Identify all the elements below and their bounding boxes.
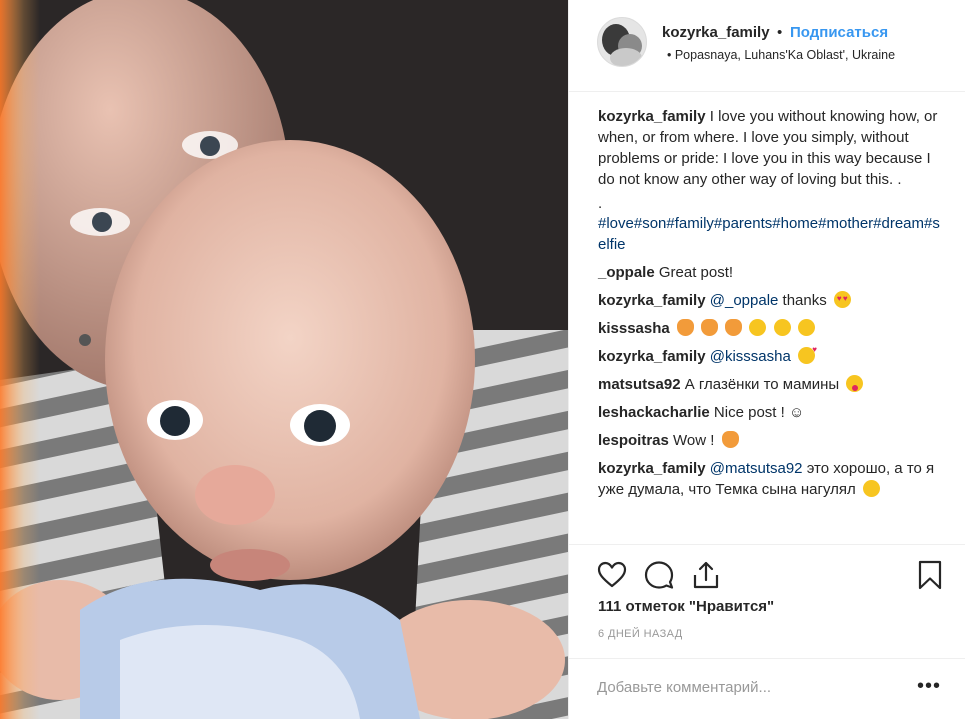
post-timestamp[interactable]: 6 ДНЕЙ НАЗАД — [598, 628, 683, 640]
comment: kozyrka_family @_oppale thanks ♥ ♥ — [598, 290, 948, 311]
comment-list: kozyrka_family I love you without knowin… — [598, 106, 948, 507]
tongue-out-emoji-icon — [846, 375, 864, 392]
comment: kisssasha — [598, 318, 948, 339]
comment-text: А глазёнки то мамины — [684, 376, 840, 393]
comment-username[interactable]: leshackacharlie — [598, 404, 710, 421]
heart-eyes-cat-emoji-icon — [701, 319, 719, 336]
follow-button[interactable]: Подписаться — [790, 24, 888, 41]
avatar-image — [598, 18, 646, 66]
comment: leshackacharlie Nice post ! ☺ — [598, 402, 948, 423]
comment: lespoitras Wow ! — [598, 430, 948, 451]
comment-text: Nice post ! ☺ — [713, 404, 805, 421]
photo-illustration — [0, 0, 568, 719]
header-separator: • — [777, 24, 783, 41]
add-comment-bar: Добавьте комментарий... ••• — [569, 658, 965, 719]
caption-dot-line: . — [598, 195, 603, 212]
comment-icon[interactable] — [643, 559, 675, 591]
smiling-emoji-icon — [773, 319, 791, 336]
caption-hashtags[interactable]: #love#son#family#parents#home#mother#dre… — [598, 213, 948, 255]
comment-username[interactable]: _oppale — [598, 264, 655, 281]
comment: matsutsa92 А глазёнки то мамины — [598, 374, 948, 395]
comment-username[interactable]: kozyrka_family — [598, 460, 706, 477]
comment: kozyrka_family @kisssasha ♥ — [598, 346, 948, 367]
avatar[interactable] — [597, 17, 647, 67]
post-photo[interactable] — [0, 0, 568, 719]
kissing-emoji-icon: ♥ — [798, 346, 817, 364]
comment-text: Great post! — [658, 264, 734, 281]
smiling-emoji-icon — [797, 319, 815, 336]
comment-text: Wow ! — [673, 432, 715, 449]
comment-username[interactable]: kozyrka_family — [598, 292, 706, 309]
smiling-emoji-icon — [749, 319, 767, 336]
comment-text: thanks — [782, 292, 827, 309]
post-header: kozyrka_family • Подписаться • Popasnaya… — [569, 0, 965, 92]
action-bar — [569, 544, 965, 590]
more-options-button[interactable]: ••• — [917, 675, 941, 698]
share-icon[interactable] — [690, 559, 722, 591]
comment-username[interactable]: kozyrka_family — [598, 348, 706, 365]
comment-username[interactable]: matsutsa92 — [598, 376, 681, 393]
post-view: kozyrka_family • Подписаться • Popasnaya… — [0, 0, 965, 719]
laughing-emoji-icon — [862, 480, 880, 497]
heart-icon[interactable] — [596, 559, 628, 591]
header-username[interactable]: kozyrka_family — [662, 24, 770, 41]
comment-username[interactable]: lespoitras — [598, 432, 669, 449]
comment-mention[interactable]: @kisssasha — [710, 348, 791, 365]
likes-count[interactable]: 111 отметок "Нравится" — [598, 598, 774, 615]
heart-eyes-cat-emoji-icon — [721, 431, 739, 448]
caption-username[interactable]: kozyrka_family — [598, 108, 706, 125]
bookmark-icon[interactable] — [914, 559, 946, 591]
comment: _oppale Great post! — [598, 262, 948, 283]
comment-mention[interactable]: @_oppale — [710, 292, 779, 309]
heart-eyes-cat-emoji-icon — [676, 319, 694, 336]
location-link[interactable]: • Popasnaya, Luhans'Ka Oblast', Ukraine — [667, 48, 895, 62]
heart-eyes-cat-emoji-icon — [725, 319, 743, 336]
add-comment-input[interactable]: Добавьте комментарий... — [597, 679, 771, 696]
comment: kozyrka_family @matsutsa92 это хорошо, а… — [598, 458, 948, 500]
post-sidebar: kozyrka_family • Подписаться • Popasnaya… — [568, 0, 965, 719]
comment-mention[interactable]: @matsutsa92 — [710, 460, 803, 477]
comment-username[interactable]: kisssasha — [598, 320, 670, 337]
heart-eyes-emoji-icon: ♥ ♥ — [833, 291, 851, 308]
caption: kozyrka_family I love you without knowin… — [598, 106, 948, 190]
